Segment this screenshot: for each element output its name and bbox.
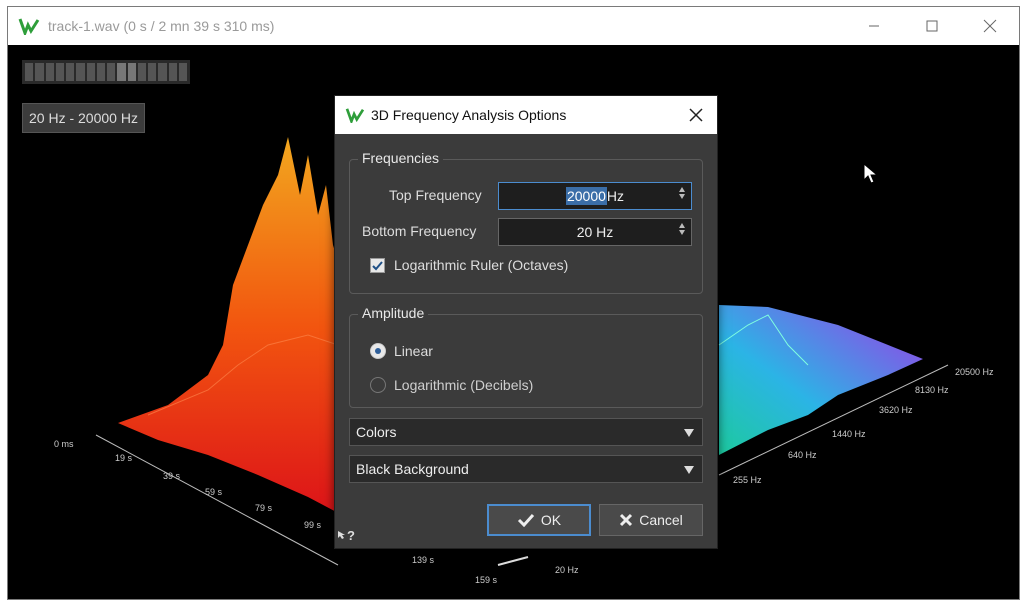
colors-select[interactable]: Colors — [349, 418, 703, 446]
freq-tick-label: 8130 Hz — [915, 385, 949, 395]
app-logo-icon — [18, 18, 40, 35]
top-frequency-value: 20000 — [565, 187, 607, 205]
freq-tick-label: 20500 Hz — [955, 367, 994, 377]
surface-high-freq — [719, 305, 923, 455]
frequency-range-button[interactable]: 20 Hz - 20000 Hz — [22, 103, 145, 133]
time-tick-label: 0 ms — [54, 439, 74, 449]
checkmark-icon — [517, 513, 534, 527]
ok-button-label: OK — [540, 512, 562, 528]
log-ruler-label[interactable]: Logarithmic Ruler (Octaves) — [394, 257, 568, 273]
freq-tick-label: 3620 Hz — [879, 405, 913, 415]
window-title: track-1.wav (0 s / 2 mn 39 s 310 ms) — [48, 18, 275, 34]
cancel-x-icon — [620, 513, 633, 527]
logarithmic-label[interactable]: Logarithmic (Decibels) — [394, 377, 533, 393]
time-tick-label: 39 s — [163, 471, 181, 481]
spin-arrows-icon[interactable] — [679, 223, 685, 235]
help-arrow-icon — [338, 531, 345, 539]
linear-radio[interactable] — [370, 343, 386, 359]
top-frequency-unit: Hz — [606, 188, 625, 204]
time-tick-label: 99 s — [304, 520, 322, 530]
time-tick-label: 159 s — [475, 575, 498, 585]
minimize-button[interactable] — [845, 7, 903, 45]
freq-tick-label: 640 Hz — [788, 450, 817, 460]
logarithmic-radio[interactable] — [370, 377, 386, 393]
minimize-icon — [869, 25, 879, 27]
cancel-button-label: Cancel — [639, 512, 683, 528]
maximize-icon — [926, 20, 938, 32]
maximize-button[interactable] — [903, 7, 961, 45]
help-label: ? — [347, 528, 355, 543]
spin-arrows-icon[interactable] — [679, 187, 685, 199]
top-frequency-input[interactable]: 20000 Hz — [498, 182, 692, 210]
level-meter — [22, 60, 190, 84]
frequencies-group: Frequencies Top Frequency 20000 Hz Botto… — [349, 150, 703, 294]
bottom-frequency-value: 20 Hz — [576, 224, 614, 240]
close-icon — [689, 108, 703, 122]
context-help-button[interactable]: ? — [337, 528, 355, 543]
chevron-down-icon — [684, 429, 694, 437]
freq-tick-label: 20 Hz — [555, 565, 579, 575]
dialog-title: 3D Frequency Analysis Options — [371, 107, 567, 123]
amplitude-group-label: Amplitude — [358, 305, 429, 321]
app-logo-icon — [345, 108, 365, 123]
ok-button[interactable]: OK — [487, 504, 591, 536]
time-tick-label: 59 s — [205, 487, 223, 497]
bottom-frequency-label: Bottom Frequency — [362, 223, 477, 239]
close-icon — [983, 19, 997, 33]
linear-label[interactable]: Linear — [394, 343, 433, 359]
amplitude-group: Amplitude Linear Logarithmic (Decibels) — [349, 305, 703, 408]
chevron-down-icon — [684, 466, 694, 474]
time-tick-label: 79 s — [255, 503, 273, 513]
frequency-options-dialog: 3D Frequency Analysis Options Frequencie… — [334, 95, 718, 549]
close-button[interactable] — [961, 7, 1019, 45]
bottom-frequency-input[interactable]: 20 Hz — [498, 218, 692, 246]
title-bar: track-1.wav (0 s / 2 mn 39 s 310 ms) — [8, 7, 1019, 45]
background-select[interactable]: Black Background — [349, 455, 703, 483]
surface-low-freq — [118, 137, 342, 515]
top-frequency-label: Top Frequency — [389, 187, 482, 203]
time-tick-label: 139 s — [412, 555, 435, 565]
frequencies-group-label: Frequencies — [358, 150, 444, 166]
log-ruler-checkbox[interactable] — [370, 258, 385, 273]
cancel-button[interactable]: Cancel — [599, 504, 703, 536]
freq-tick-label: 255 Hz — [733, 475, 762, 485]
checkmark-icon — [372, 261, 383, 271]
dialog-title-bar: 3D Frequency Analysis Options — [335, 96, 717, 134]
time-tick-label: 19 s — [115, 453, 133, 463]
dialog-close-button[interactable] — [685, 104, 707, 126]
colors-select-value: Colors — [356, 424, 397, 440]
freq-tick-label: 1440 Hz — [832, 429, 866, 439]
background-select-value: Black Background — [356, 461, 469, 477]
mouse-pointer-icon — [863, 163, 879, 184]
